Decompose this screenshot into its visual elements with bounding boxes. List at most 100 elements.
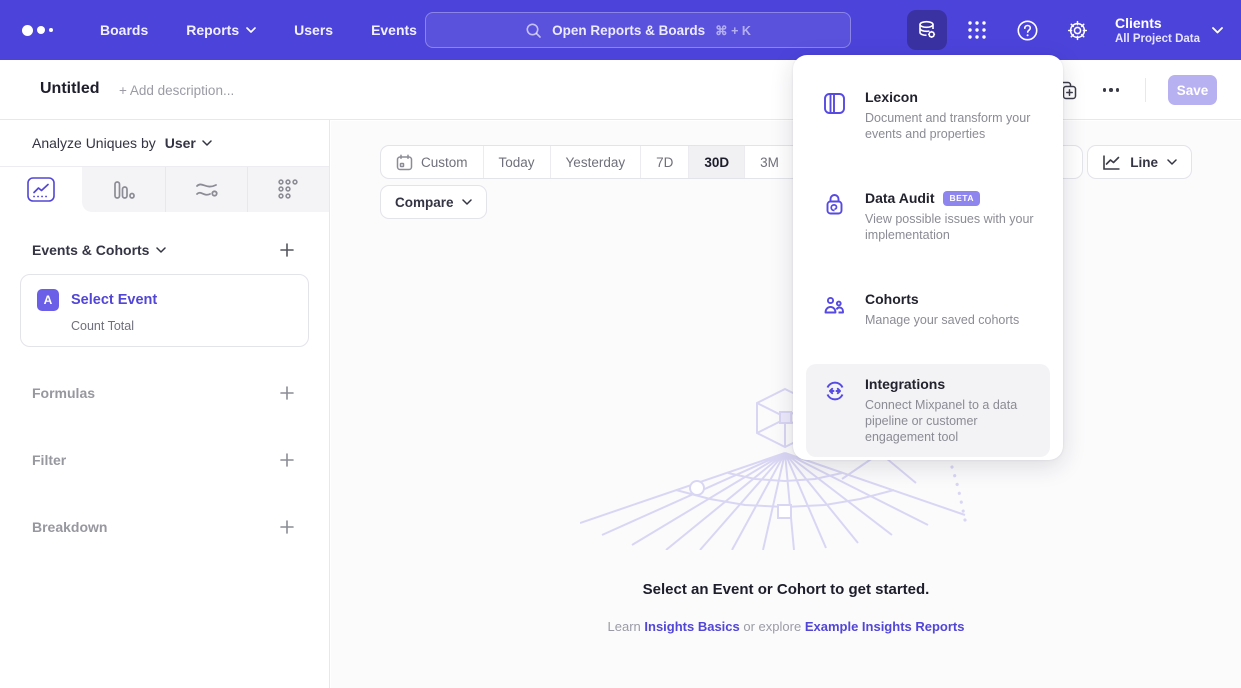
range-7d[interactable]: 7D [640, 146, 688, 178]
menu-item-title: Lexicon [865, 89, 918, 105]
project-name: Clients [1115, 15, 1200, 32]
top-nav: Boards Reports Users Events Open Reports… [0, 0, 1241, 60]
database-gear-icon [915, 18, 939, 42]
nav-item-reports[interactable]: Reports [186, 22, 256, 38]
count-total-label[interactable]: Count Total [71, 319, 292, 333]
range-label: Today [499, 155, 535, 170]
nav-item-users[interactable]: Users [294, 22, 333, 38]
mixpanel-logo-icon[interactable] [22, 25, 68, 36]
chevron-down-icon [1167, 159, 1177, 165]
select-event-label[interactable]: Select Event [71, 292, 157, 308]
menu-item-description: Manage your saved cohorts [865, 312, 1019, 328]
analyze-uniques-row: Analyze Uniques by User [0, 120, 329, 167]
help-icon [1016, 19, 1039, 42]
grid-dots-tab-icon [275, 177, 301, 203]
add-formula-button[interactable] [277, 383, 297, 403]
range-label: Yesterday [566, 155, 626, 170]
add-event-button[interactable] [277, 240, 297, 260]
bar-chart-tab-icon [110, 178, 136, 202]
range-today[interactable]: Today [483, 146, 550, 178]
plus-icon [280, 243, 294, 257]
add-description-field[interactable]: + Add description... [119, 83, 234, 98]
report-canvas: Custom Today Yesterday 7D 30D 3M 6M Comp… [331, 121, 1241, 688]
analyze-value-dropdown[interactable]: User [165, 135, 196, 151]
plus-icon [280, 386, 294, 400]
select-event-card[interactable]: A Select Event Count Total [20, 274, 309, 347]
menu-item-description: Document and transform your events and p… [865, 110, 1034, 142]
events-cohorts-label: Events & Cohorts [32, 242, 149, 258]
tab-retention[interactable] [247, 167, 329, 212]
nav-label: Users [294, 22, 333, 38]
empty-state-title: Select an Event or Cohort to get started… [331, 581, 1241, 598]
range-yesterday[interactable]: Yesterday [550, 146, 641, 178]
chart-type-label: Line [1130, 155, 1158, 170]
beta-badge: BETA [943, 191, 980, 206]
analyze-label: Analyze Uniques by [32, 135, 156, 151]
calendar-icon [396, 154, 413, 171]
events-cohorts-section: Events & Cohorts [0, 240, 329, 260]
date-range-toolbar: Custom Today Yesterday 7D 30D 3M 6M [380, 145, 845, 179]
gear-icon [1066, 19, 1089, 42]
range-30d[interactable]: 30D [688, 146, 744, 178]
project-scope: All Project Data [1115, 32, 1200, 46]
project-selector[interactable]: Clients All Project Data [1115, 15, 1223, 46]
chevron-down-icon [462, 199, 472, 205]
menu-item-description: Connect Mixpanel to a data pipeline or c… [865, 397, 1034, 445]
nav-item-boards[interactable]: Boards [100, 22, 148, 38]
nav-label: Reports [186, 22, 239, 38]
search-input[interactable]: Open Reports & Boards ⌘ + K [425, 12, 851, 48]
range-label: 7D [656, 155, 673, 170]
add-breakdown-button[interactable] [277, 517, 297, 537]
range-label: 3M [760, 155, 779, 170]
empty-state-links: Learn Insights Basics or explore Example… [331, 619, 1241, 634]
search-icon [525, 22, 542, 39]
chevron-down-icon [1212, 27, 1223, 34]
plus-icon [280, 453, 294, 467]
apps-grid-icon [966, 19, 988, 41]
range-3m[interactable]: 3M [744, 146, 794, 178]
save-button[interactable]: Save [1168, 75, 1217, 105]
menu-item-cohorts[interactable]: Cohorts Manage your saved cohorts [806, 279, 1050, 340]
apps-grid-button[interactable] [957, 10, 997, 50]
explore-text: or explore [743, 619, 801, 634]
more-options-button[interactable] [1099, 84, 1124, 96]
integrations-icon [822, 376, 848, 445]
range-custom[interactable]: Custom [381, 146, 483, 178]
menu-item-title: Integrations [865, 376, 945, 392]
compare-button[interactable]: Compare [380, 185, 487, 219]
learn-text: Learn [608, 619, 641, 634]
nav-label: Events [371, 22, 417, 38]
date-range-segmented-control: Custom Today Yesterday 7D 30D 3M 6M [380, 145, 845, 179]
events-cohorts-header[interactable]: Events & Cohorts [32, 242, 166, 258]
flow-tab-icon [193, 178, 220, 202]
event-letter-badge: A [37, 289, 59, 311]
compare-label: Compare [395, 195, 454, 210]
breakdown-section: Breakdown [0, 517, 329, 537]
menu-item-description: View possible issues with your implement… [865, 211, 1034, 243]
nav-item-events[interactable]: Events [371, 22, 417, 38]
range-label: Custom [421, 155, 468, 170]
chart-type-button[interactable]: Line [1087, 145, 1192, 179]
data-management-button[interactable] [907, 10, 947, 50]
insights-basics-link[interactable]: Insights Basics [644, 619, 739, 634]
tab-flow[interactable] [165, 167, 247, 212]
menu-item-integrations[interactable]: Integrations Connect Mixpanel to a data … [806, 364, 1050, 457]
tab-insights[interactable] [0, 167, 82, 212]
menu-item-data-audit[interactable]: Data Audit BETA View possible issues wit… [806, 178, 1050, 255]
example-reports-link[interactable]: Example Insights Reports [805, 619, 965, 634]
nav-label: Boards [100, 22, 148, 38]
help-button[interactable] [1007, 10, 1047, 50]
search-shortcut: ⌘ + K [715, 23, 751, 38]
line-chart-icon [1102, 154, 1121, 171]
query-builder-sidebar: Analyze Uniques by User [0, 120, 330, 688]
filter-label: Filter [32, 452, 66, 468]
menu-item-lexicon[interactable]: Lexicon Document and transform your even… [806, 77, 1050, 154]
divider [1145, 78, 1146, 102]
chart-category-tabs [0, 167, 329, 212]
add-filter-button[interactable] [277, 450, 297, 470]
data-audit-icon [822, 190, 848, 243]
settings-button[interactable] [1057, 10, 1097, 50]
menu-item-title: Cohorts [865, 291, 919, 307]
report-title[interactable]: Untitled [40, 80, 100, 98]
tab-bar-chart[interactable] [82, 167, 164, 212]
